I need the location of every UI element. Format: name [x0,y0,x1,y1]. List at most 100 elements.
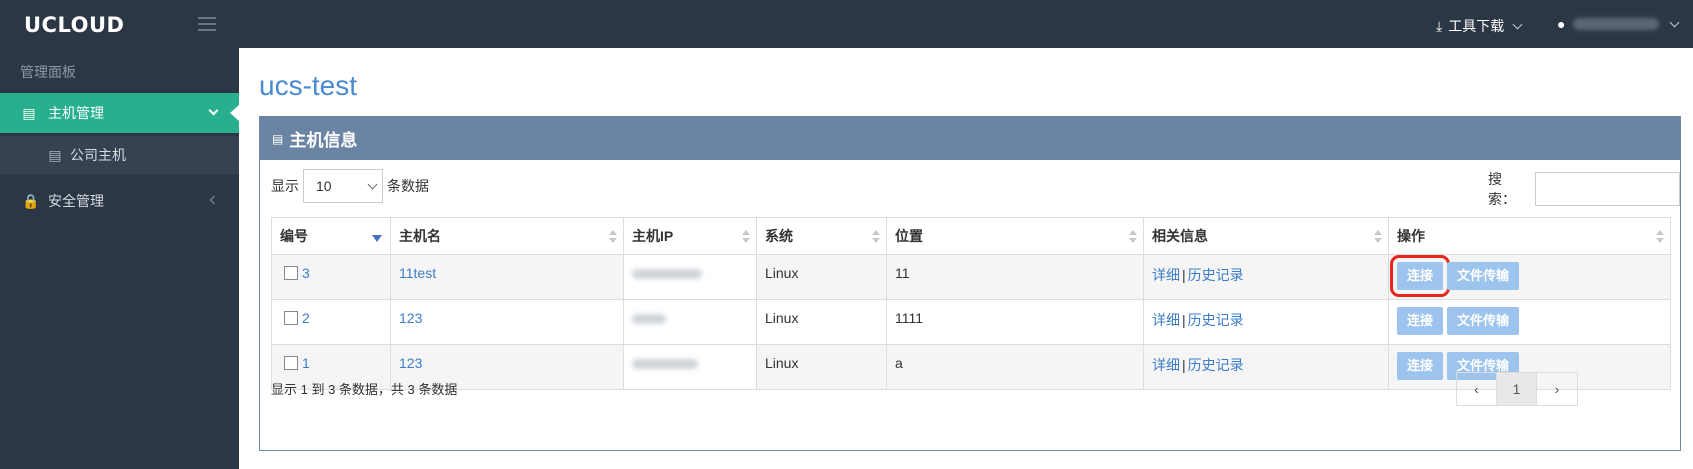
detail-link[interactable]: 详细 [1152,312,1180,328]
column-header-hostname[interactable]: 主机名 [390,217,624,255]
page-size-value: 10 [316,178,332,194]
table-info: 显示 1 到 3 条数据，共 3 条数据 [271,382,458,397]
cell-os: Linux [756,299,887,345]
cell-related-info: 详细 | 历史记录 [1143,299,1389,345]
tools-download-menu[interactable]: ⤓ 工具下载 [1436,16,1523,36]
cell-related-info: 详细 | 历史记录 [1143,254,1389,300]
file-transfer-button[interactable]: 文件传输 [1447,307,1520,335]
cell-ip [623,254,757,300]
sidebar-item-label: 公司主机 [70,147,126,163]
column-header-actions[interactable]: 操作 [1388,217,1671,255]
sort-icon [609,230,617,244]
server-icon: ▤ [48,146,62,163]
tools-download-label: 工具下载 [1448,18,1505,34]
column-header-os[interactable]: 系统 [756,217,887,255]
connect-button[interactable]: 连接 [1389,255,1451,297]
host-table: 编号 主机名 主机IP 系统 位置 相关信息 操作 3 11test Linux… [271,217,1671,390]
sort-icon [1129,230,1137,244]
chevron-left-icon [209,195,219,205]
cell-ip [623,344,757,390]
chevron-down-icon [1670,17,1680,27]
prev-page-button[interactable]: ‹ [1457,373,1497,405]
history-link[interactable]: 历史记录 [1188,312,1244,328]
sort-icon [1374,230,1382,244]
table-icon: ▤ [272,131,284,146]
history-link[interactable]: 历史记录 [1188,357,1244,373]
page-size-select[interactable]: 10 [303,169,383,203]
show-suffix: 条数据 [387,178,429,194]
column-header-ip[interactable]: 主机IP [623,217,757,255]
sidebar-heading: 管理面板 [20,64,76,80]
hostname-link[interactable]: 11test [399,265,436,281]
row-checkbox[interactable] [284,266,298,280]
cell-location: 1111 [886,299,1144,345]
download-icon: ⤓ [1436,17,1443,34]
cell-os: Linux [756,254,887,300]
row-checkbox[interactable] [284,356,298,370]
server-icon: ▤ [22,104,36,121]
sidebar-item-host-management[interactable]: ▤ 主机管理 [0,93,239,133]
cell-hostname: 11test [390,254,624,300]
page-title: ucs-test [259,70,358,101]
cell-id: 2 [271,299,391,345]
chevron-down-icon [1512,19,1523,29]
table-row: 2 123 Linux 1111 详细 | 历史记录 连接 文件传输 [271,299,1671,345]
user-icon: ● [1557,16,1566,32]
cell-id: 3 [271,254,391,300]
chevron-down-icon [208,105,219,116]
ip-redacted [632,269,702,279]
cell-location: 11 [886,254,1144,300]
cell-os: Linux [756,344,887,390]
sort-desc-icon [372,235,382,242]
host-info-panel: ▤ 主机信息 显示 10 条数据 搜索： 编号 主机名 主机IP 系统 位置 相… [259,116,1681,451]
row-checkbox[interactable] [284,311,298,325]
panel-title: 主机信息 [289,131,358,150]
sidebar: 管理面板 ▤ 主机管理 ▤ 公司主机 🔒 安全管理 [0,48,239,469]
sort-icon [872,230,880,244]
detail-link[interactable]: 详细 [1152,267,1180,283]
menu-toggle-icon[interactable] [198,17,216,31]
lock-icon: 🔒 [22,192,40,209]
sidebar-item-security-management[interactable]: 🔒 安全管理 [0,181,239,221]
ucloud-logo[interactable]: UCLOUD [24,13,124,37]
host-id-link[interactable]: 2 [302,310,310,326]
sort-icon [742,230,750,244]
user-menu[interactable]: ● [1557,16,1680,32]
table-row: 3 11test Linux 11 详细 | 历史记录 连接 文件传输 [271,254,1671,300]
next-page-button[interactable]: › [1537,373,1577,405]
search-label: 搜索： [1488,171,1516,207]
ip-redacted [632,359,698,369]
page-size-control: 显示 10 条数据 [271,169,429,203]
host-id-link[interactable]: 1 [302,355,310,371]
hostname-link[interactable]: 123 [399,355,422,371]
column-header-location[interactable]: 位置 [886,217,1144,255]
sidebar-item-label: 安全管理 [48,193,104,209]
cell-actions: 连接 文件传输 [1388,299,1671,345]
sidebar-item-company-hosts[interactable]: ▤ 公司主机 [0,136,239,174]
chevron-down-icon [367,179,378,190]
cell-actions: 连接 文件传输 [1388,254,1671,300]
hostname-link[interactable]: 123 [399,310,422,326]
ip-redacted [632,314,666,324]
show-prefix: 显示 [271,178,299,194]
column-header-id[interactable]: 编号 [271,217,391,255]
sidebar-item-label: 主机管理 [48,105,104,121]
top-navbar: UCLOUD ⤓ 工具下载 ● [0,0,1693,48]
page-1-button[interactable]: 1 [1497,373,1537,405]
column-header-related-info[interactable]: 相关信息 [1143,217,1389,255]
detail-link[interactable]: 详细 [1152,357,1180,373]
search-input[interactable] [1535,172,1680,206]
connect-button[interactable]: 连接 [1397,307,1444,335]
cell-related-info: 详细 | 历史记录 [1143,344,1389,390]
sort-icon [1656,230,1664,244]
connect-button[interactable]: 连接 [1397,352,1444,380]
table-header-row: 编号 主机名 主机IP 系统 位置 相关信息 操作 [271,217,1671,255]
panel-header: ▤ 主机信息 [260,117,1680,160]
host-id-link[interactable]: 3 [302,265,310,281]
pagination: ‹ 1 › [1456,372,1578,406]
user-name-redacted [1573,18,1660,30]
search-control: 搜索： [1488,169,1680,209]
file-transfer-button[interactable]: 文件传输 [1447,262,1520,290]
cell-ip [623,299,757,345]
history-link[interactable]: 历史记录 [1188,267,1244,283]
